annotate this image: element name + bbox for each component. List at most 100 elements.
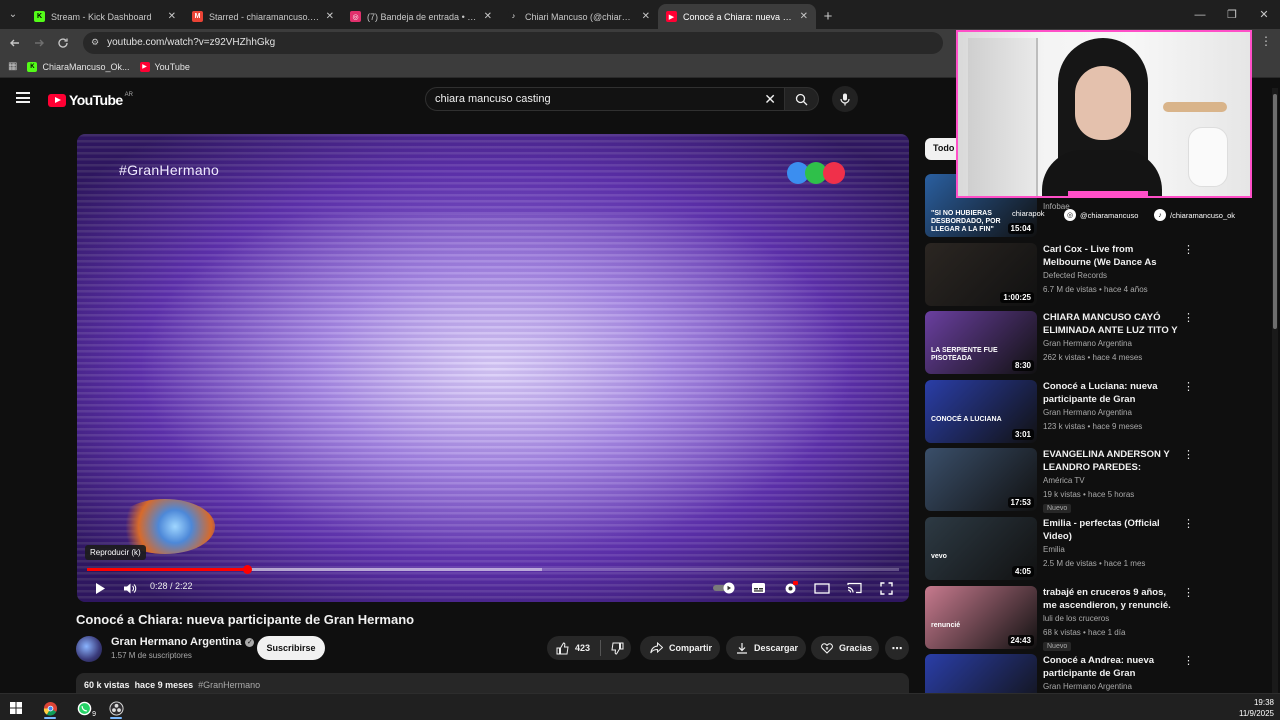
- recommendation-item[interactable]: CONOCÉ A LUCIANA 3:01 Conocé a Luciana: nu…: [925, 380, 1205, 444]
- recommendation-item[interactable]: 1:00:25 Carl Cox - Live from Melbourne (W…: [925, 243, 1205, 307]
- webcam-overlay: [956, 30, 1252, 198]
- recommendation-item[interactable]: 17:53 EVANGELINA ANDERSON Y LEANDRO PARED…: [925, 448, 1205, 513]
- instagram-icon: ◎: [1064, 209, 1076, 221]
- channel-label: Gran Hermano Argentina: [1043, 408, 1132, 417]
- video-thumbnail[interactable]: renuncié 24:43: [925, 586, 1037, 649]
- scrubber-handle[interactable]: [242, 565, 252, 574]
- taskbar-chrome[interactable]: [40, 698, 60, 718]
- new-tab-button[interactable]: +: [816, 4, 840, 29]
- close-icon[interactable]: ✕: [168, 11, 176, 22]
- tab-instagram-inbox[interactable]: ◎ (7) Bandeja de entrada • Chats ✕: [342, 4, 500, 29]
- autoplay-toggle-icon: [713, 582, 735, 594]
- tab-search-button[interactable]: ⌄: [0, 0, 26, 29]
- clear-search-icon[interactable]: ✕: [764, 91, 776, 108]
- mute-button[interactable]: [121, 579, 139, 597]
- thanks-button[interactable]: Gracias: [811, 636, 879, 660]
- close-icon[interactable]: ✕: [642, 11, 650, 22]
- video-thumbnail[interactable]: CONOCÉ A LUCIANA 3:01: [925, 380, 1037, 443]
- browser-menu-icon[interactable]: ⋮: [1260, 34, 1272, 48]
- tab-title: Stream - Kick Dashboard: [51, 11, 152, 22]
- forward-button[interactable]: [27, 31, 51, 55]
- autoplay-toggle[interactable]: [711, 579, 737, 597]
- dislike-button[interactable]: [611, 642, 624, 655]
- bookmark-youtube[interactable]: ▶ YouTube: [139, 61, 190, 72]
- channel-avatar[interactable]: [76, 636, 102, 662]
- cast-icon: [846, 582, 862, 594]
- recommendation-meta: 262 k vistas • hace 4 meses: [1043, 353, 1143, 362]
- scrollbar-thumb[interactable]: [1273, 94, 1277, 329]
- address-bar[interactable]: ⚙ youtube.com/watch?v=z92VHZhhGkg: [83, 31, 943, 54]
- progress-bar[interactable]: [87, 565, 899, 574]
- search-button[interactable]: [785, 87, 819, 111]
- voice-search-button[interactable]: [832, 86, 858, 112]
- forward-arrow-icon: [35, 39, 44, 46]
- recommendation-item[interactable]: vevo 4:05 Emilia - perfectas (Official Vid…: [925, 517, 1205, 581]
- tab-tiktok-profile[interactable]: ♪ Chiari Mancuso (@chiaramancu ✕: [500, 4, 658, 29]
- video-thumbnail[interactable]: 17:53: [925, 448, 1037, 511]
- restore-icon[interactable]: ❐: [1216, 0, 1248, 29]
- description-hashtag[interactable]: #GranHermano: [198, 680, 260, 690]
- tab-kick-dashboard[interactable]: K Stream - Kick Dashboard ✕: [26, 4, 184, 29]
- video-duration: 1:00:25: [1000, 292, 1034, 303]
- subscribe-button[interactable]: Suscribirse: [257, 636, 325, 660]
- social-handle-text: /chiaramancuso_ok: [1170, 210, 1236, 220]
- page-scrollbar[interactable]: [1272, 88, 1278, 693]
- menu-icon[interactable]: [16, 92, 30, 103]
- more-vertical-icon[interactable]: ⋮: [1183, 311, 1194, 324]
- taskbar-whatsapp[interactable]: 9: [74, 698, 96, 718]
- video-thumbnail[interactable]: LA SERPIENTE FUE PISOTEADA 8:30: [925, 311, 1037, 374]
- channel-name-link[interactable]: Gran Hermano Argentina ✓: [111, 636, 255, 648]
- download-button[interactable]: Descargar: [726, 636, 806, 660]
- share-label: Compartir: [669, 643, 713, 653]
- more-vertical-icon[interactable]: ⋮: [1183, 243, 1194, 256]
- recommendation-title[interactable]: EVANGELINA ANDERSON Y LEANDRO PAREDES: E…: [1043, 448, 1179, 474]
- video-thumbnail[interactable]: 1:00:25: [925, 243, 1037, 306]
- taskbar-clock[interactable]: 19:38 11/9/2025: [1239, 697, 1274, 719]
- youtube-logo[interactable]: YouTube AR: [48, 92, 133, 108]
- settings-button[interactable]: [779, 579, 801, 597]
- tab-gmail-starred[interactable]: M Starred - chiaramancuso.kick@ ✕: [184, 4, 342, 29]
- close-icon[interactable]: ✕: [326, 11, 334, 22]
- more-actions-button[interactable]: ⋯: [885, 636, 909, 660]
- logo-wordmark: YouTube: [69, 92, 123, 108]
- back-button[interactable]: [3, 31, 27, 55]
- cast-button[interactable]: [843, 579, 865, 597]
- recommendation-title[interactable]: Carl Cox - Live from Melbourne (We Dance…: [1043, 243, 1179, 269]
- recommendation-title[interactable]: Emilia - perfectas (Official Video): [1043, 517, 1179, 543]
- search-input[interactable]: chiara mancuso casting ✕: [425, 87, 785, 111]
- share-button[interactable]: Compartir: [640, 636, 720, 660]
- recommendation-title[interactable]: Conocé a Andrea: nueva participante de G…: [1043, 654, 1179, 680]
- play-button[interactable]: [91, 579, 109, 597]
- video-player[interactable]: #GranHermano Reproducir (k) 0:28 / 2:22: [77, 134, 909, 602]
- more-vertical-icon[interactable]: ⋮: [1183, 586, 1194, 599]
- apps-grid-icon[interactable]: ▦: [8, 61, 17, 72]
- recommendation-title[interactable]: Conocé a Luciana: nueva participante de …: [1043, 380, 1179, 406]
- recommendation-title[interactable]: trabajé en cruceros 9 años, me ascendier…: [1043, 586, 1179, 612]
- more-vertical-icon[interactable]: ⋮: [1183, 654, 1194, 667]
- like-dislike-group: 423: [547, 636, 631, 660]
- close-window-icon[interactable]: ✕: [1248, 0, 1280, 29]
- more-vertical-icon[interactable]: ⋮: [1183, 517, 1194, 530]
- recommendation-item[interactable]: renuncié 24:43 trabajé en cruceros 9 años,…: [925, 586, 1205, 651]
- close-icon[interactable]: ✕: [484, 11, 492, 22]
- more-vertical-icon[interactable]: ⋮: [1183, 380, 1194, 393]
- reload-button[interactable]: [51, 31, 75, 55]
- recommendation-title[interactable]: CHIARA MANCUSO CAYÓ ELIMINADA ANTE LUZ T…: [1043, 311, 1179, 337]
- taskbar-obs[interactable]: [106, 698, 126, 718]
- theater-mode-button[interactable]: [811, 579, 833, 597]
- fullscreen-button[interactable]: [875, 579, 897, 597]
- like-button[interactable]: [556, 641, 569, 655]
- video-thumbnail[interactable]: vevo 4:05: [925, 517, 1037, 580]
- subtitles-button[interactable]: [747, 579, 769, 597]
- start-button[interactable]: [6, 698, 26, 718]
- more-vertical-icon[interactable]: ⋮: [1183, 448, 1194, 461]
- bookmark-kick[interactable]: K ChiaraMancuso_Ok...: [27, 61, 130, 72]
- site-info-icon[interactable]: ⚙: [91, 37, 99, 48]
- thumbs-down-icon: [611, 642, 624, 655]
- like-count: 423: [575, 643, 591, 653]
- recommendation-meta: 19 k vistas • hace 5 horas: [1043, 490, 1135, 499]
- minimize-icon[interactable]: —: [1184, 0, 1216, 29]
- tab-youtube-video[interactable]: ▶ Conocé a Chiara: nueva particip ✕: [658, 4, 816, 29]
- close-icon[interactable]: ✕: [800, 11, 808, 22]
- recommendation-item[interactable]: LA SERPIENTE FUE PISOTEADA 8:30 CHIARA MAN…: [925, 311, 1205, 375]
